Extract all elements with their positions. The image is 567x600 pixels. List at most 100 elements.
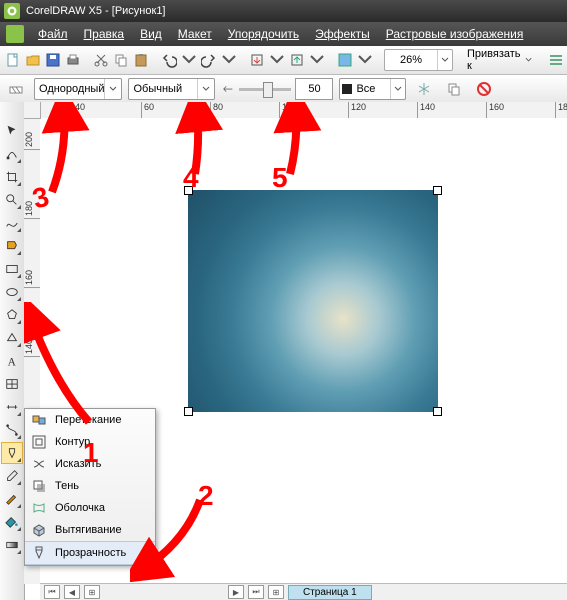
menu-layout[interactable]: Макет xyxy=(172,25,218,43)
snap-label: Привязать к xyxy=(467,48,521,72)
opacity-input[interactable] xyxy=(295,78,333,100)
chevron-down-icon xyxy=(104,79,121,99)
undo-dropdown[interactable] xyxy=(180,48,198,72)
zoom-input[interactable] xyxy=(385,53,437,67)
print-button[interactable] xyxy=(64,48,82,72)
flyout-distort[interactable]: Исказить xyxy=(25,453,155,475)
new-button[interactable] xyxy=(4,48,22,72)
cut-button[interactable] xyxy=(92,48,110,72)
pick-tool[interactable] xyxy=(1,120,23,142)
clear-transparency-button[interactable] xyxy=(472,77,496,101)
outline-tool[interactable] xyxy=(1,488,23,510)
transparency-type-label: Однородный xyxy=(39,83,104,95)
menu-file[interactable]: Файл xyxy=(32,25,74,43)
interactive-effects-tool[interactable] xyxy=(1,442,23,464)
flyout-label: Оболочка xyxy=(55,502,105,514)
ruler-tick: 60 xyxy=(141,102,154,118)
menu-bitmaps[interactable]: Растровые изображения xyxy=(380,25,530,43)
save-button[interactable] xyxy=(44,48,62,72)
contour-icon xyxy=(31,434,47,450)
freeze-transparency-button[interactable] xyxy=(412,77,436,101)
zoom-combo[interactable] xyxy=(384,49,453,71)
text-tool[interactable]: A xyxy=(1,350,23,372)
selection-handle[interactable] xyxy=(184,407,193,416)
menu-view[interactable]: Вид xyxy=(134,25,168,43)
shape-tool[interactable] xyxy=(1,143,23,165)
chevron-down-icon xyxy=(390,79,405,99)
ruler-tick: 100 xyxy=(279,102,297,118)
redo-dropdown[interactable] xyxy=(220,48,238,72)
next-page-button[interactable]: ▶ xyxy=(228,585,244,599)
last-page-button[interactable]: ⏭ xyxy=(248,585,264,599)
import-dropdown[interactable] xyxy=(268,48,286,72)
ruler-tick: 140 xyxy=(24,339,40,357)
transparency-mode-combo[interactable]: Обычный xyxy=(128,78,215,100)
connector-tool[interactable] xyxy=(1,419,23,441)
page-tab[interactable]: Страница 1 xyxy=(288,585,372,600)
add-page-button[interactable]: ⊞ xyxy=(84,585,100,599)
export-button[interactable] xyxy=(288,48,306,72)
polygon-tool[interactable] xyxy=(1,304,23,326)
workspace: A 40 60 80 100 120 140 160 180 200 180 1 xyxy=(0,102,567,600)
selection-handle[interactable] xyxy=(433,407,442,416)
opacity-slider[interactable] xyxy=(221,78,333,100)
shadow-icon xyxy=(31,478,47,494)
opacity-start-icon xyxy=(221,82,235,96)
flyout-transparency[interactable]: Прозрачность xyxy=(25,541,155,565)
flyout-label: Контур xyxy=(55,436,90,448)
menu-effects[interactable]: Эффекты xyxy=(309,25,376,43)
table-tool[interactable] xyxy=(1,373,23,395)
zoom-dropdown[interactable] xyxy=(437,50,452,70)
selection-handle[interactable] xyxy=(184,186,193,195)
horizontal-ruler[interactable]: 40 60 80 100 120 140 160 180 xyxy=(24,102,567,119)
svg-text:A: A xyxy=(8,356,17,368)
slider-thumb[interactable] xyxy=(263,82,273,98)
options-button[interactable] xyxy=(547,48,565,72)
flyout-shadow[interactable]: Тень xyxy=(25,475,155,497)
flyout-envelope[interactable]: Оболочка xyxy=(25,497,155,519)
rectangle-tool[interactable] xyxy=(1,258,23,280)
dimension-tool[interactable] xyxy=(1,396,23,418)
freehand-tool[interactable] xyxy=(1,212,23,234)
menu-edit[interactable]: Правка xyxy=(78,25,131,43)
prev-page-button[interactable]: ◀ xyxy=(64,585,80,599)
fill-tool[interactable] xyxy=(1,511,23,533)
undo-button[interactable] xyxy=(160,48,178,72)
menubar: Файл Правка Вид Макет Упорядочить Эффект… xyxy=(0,22,567,46)
copy-transparency-button[interactable] xyxy=(442,77,466,101)
transparency-type-combo[interactable]: Однородный xyxy=(34,78,122,100)
eyedropper-tool[interactable] xyxy=(1,465,23,487)
import-button[interactable] xyxy=(248,48,266,72)
app-launcher-dropdown[interactable] xyxy=(356,48,374,72)
ruler-tick: 160 xyxy=(486,102,504,118)
selection-handle[interactable] xyxy=(433,186,442,195)
ruler-tick: 80 xyxy=(210,102,223,118)
redo-button[interactable] xyxy=(200,48,218,72)
zoom-tool[interactable] xyxy=(1,189,23,211)
snap-to-menu[interactable]: Привязать к xyxy=(463,48,537,72)
menu-arrange[interactable]: Упорядочить xyxy=(222,25,305,43)
edit-transparency-button[interactable] xyxy=(4,77,28,101)
copy-button[interactable] xyxy=(112,48,130,72)
page-navigator: ⏮ ◀ ⊞ ▶ ⏭ ⊞ Страница 1 xyxy=(40,583,567,600)
flyout-contour[interactable]: Контур xyxy=(25,431,155,453)
transparency-icon xyxy=(31,545,47,561)
smart-fill-tool[interactable] xyxy=(1,235,23,257)
first-page-button[interactable]: ⏮ xyxy=(44,585,60,599)
crop-tool[interactable] xyxy=(1,166,23,188)
flyout-blend[interactable]: Перетекание xyxy=(25,409,155,431)
basic-shapes-tool[interactable] xyxy=(1,327,23,349)
transparency-target-combo[interactable]: Все xyxy=(339,78,406,100)
titlebar: CorelDRAW X5 - [Рисунок1] xyxy=(0,0,567,22)
open-button[interactable] xyxy=(24,48,42,72)
ellipse-tool[interactable] xyxy=(1,281,23,303)
gradient-rectangle[interactable] xyxy=(188,190,438,412)
paste-button[interactable] xyxy=(132,48,150,72)
interactive-fill-tool[interactable] xyxy=(1,534,23,556)
app-menu-icon[interactable] xyxy=(6,25,24,43)
flyout-extrude[interactable]: Вытягивание xyxy=(25,519,155,541)
ruler-origin[interactable] xyxy=(24,102,41,119)
app-launcher-button[interactable] xyxy=(336,48,354,72)
export-dropdown[interactable] xyxy=(308,48,326,72)
add-page-after-button[interactable]: ⊞ xyxy=(268,585,284,599)
